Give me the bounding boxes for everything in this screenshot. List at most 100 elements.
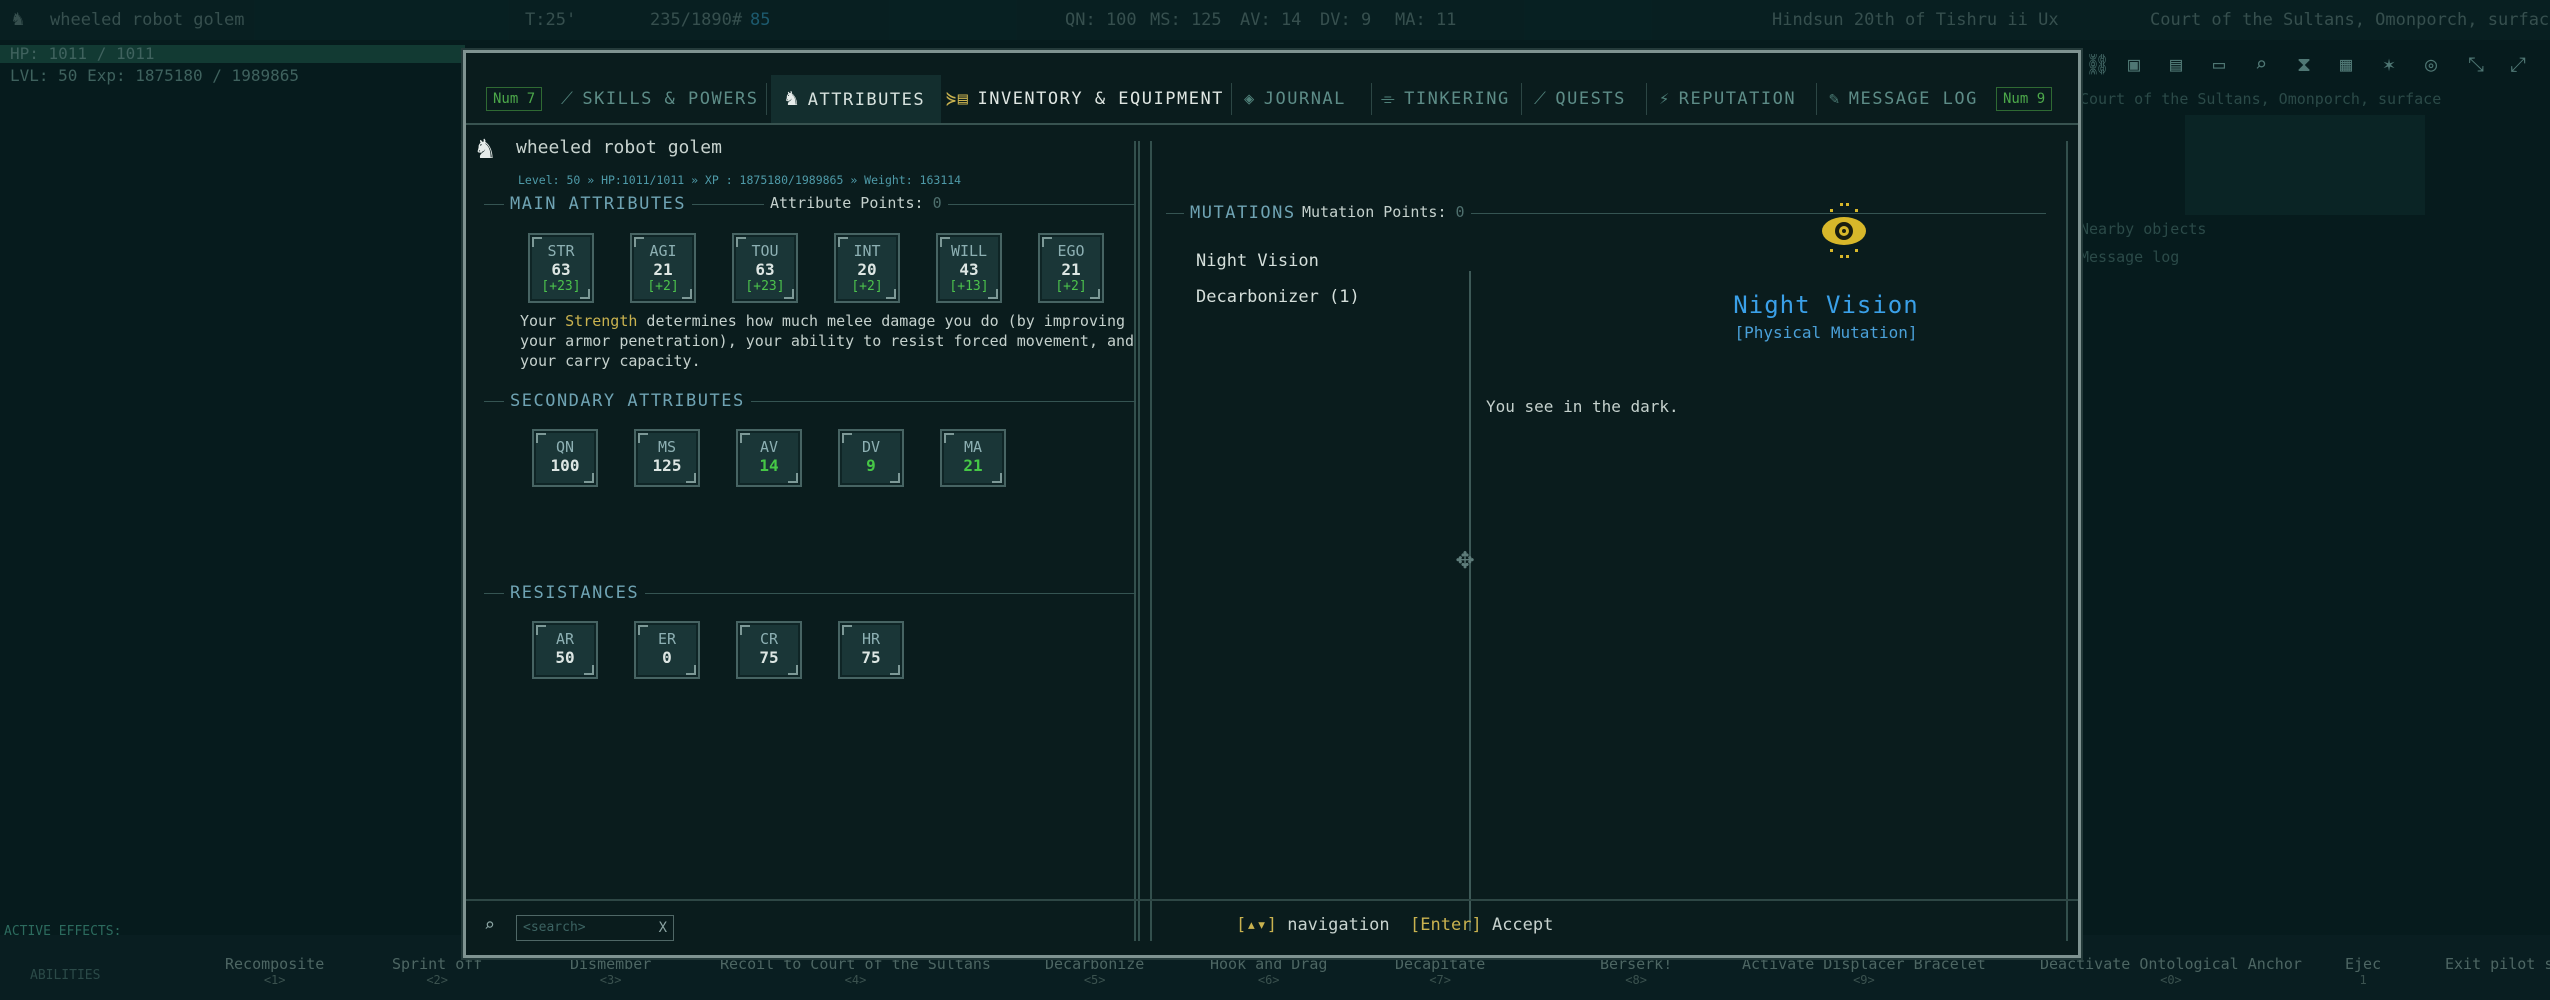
player-icon: ♞ xyxy=(12,6,25,30)
tab-inventory-equipment[interactable]: ⋟▤ Inventory & Equipment xyxy=(946,75,1224,123)
link-icon[interactable]: ⛓ xyxy=(2085,52,2110,76)
skills-icon: ⟋ xyxy=(561,89,575,109)
equipment-icon[interactable]: ▣ xyxy=(2128,52,2140,76)
search-icon: ⌕ xyxy=(484,915,495,936)
navigation-key-icon: [▴▾] xyxy=(1236,915,1277,935)
hud-av: AV: 14 xyxy=(1240,10,1302,30)
tab-reputation[interactable]: ⚡ Reputation xyxy=(1659,75,1796,123)
ability-slot[interactable]: Decarbonize <5> xyxy=(1045,955,1144,987)
expand-icon[interactable]: ⤢ xyxy=(2510,52,2526,76)
tab-tinkering[interactable]: ⌯ Tinkering xyxy=(1381,75,1510,123)
tab-separator xyxy=(1231,83,1232,115)
character-icon: ♞ xyxy=(785,86,800,111)
message-log-icon: ✎ xyxy=(1829,89,1841,109)
tab-journal[interactable]: ◈ Journal xyxy=(1244,75,1346,123)
tab-skills-powers[interactable]: ⟋ Skills & Powers xyxy=(561,75,758,123)
attribute-box-str[interactable]: STR 63 [+23] xyxy=(528,233,594,303)
mutation-points: Mutation Points: 0 xyxy=(1296,203,1471,221)
secondary-box-qn[interactable]: QN 100 xyxy=(532,429,598,487)
attributes-pane: ♞ wheeled robot golem Level: 50 » HP:101… xyxy=(474,131,1136,941)
compass-icon[interactable]: ◎ xyxy=(2425,52,2437,76)
ability-slot[interactable]: Hook and Drag <6> xyxy=(1210,955,1327,987)
main-attributes-title: MAIN ATTRIBUTES xyxy=(504,194,693,214)
resistance-box-cr[interactable]: CR 75 xyxy=(736,621,802,679)
hud-player-name: wheeled robot golem xyxy=(50,10,245,30)
ability-slot[interactable]: Exit pilot seat xyxy=(2445,955,2550,973)
journal-tab-icon: ◈ xyxy=(1244,89,1256,109)
map-icon[interactable]: ▤ xyxy=(2170,52,2182,76)
ornament-icon: ✥ xyxy=(1456,541,1475,576)
hud-weight: 235/1890# xyxy=(650,10,743,30)
message-log-label[interactable]: Message log xyxy=(2080,248,2179,266)
resistance-box-ar[interactable]: AR 50 xyxy=(532,621,598,679)
minimap[interactable] xyxy=(2185,115,2425,215)
attribute-box-agi[interactable]: AGI 21 [+2] xyxy=(630,233,696,303)
hud-ms: MS: 125 xyxy=(1150,10,1222,30)
character-name: wheeled robot golem xyxy=(516,137,722,158)
hud-dv: DV: 9 xyxy=(1320,10,1372,30)
star-icon[interactable]: ✶ xyxy=(2383,52,2395,76)
ability-slot[interactable]: Recomposite <1> xyxy=(225,955,324,987)
character-sheet-dialog: Num 7 ⟋ Skills & Powers ♞ Attributes ⋟▤ Inv… xyxy=(463,50,2081,958)
hourglass-icon[interactable]: ⧗ xyxy=(2297,52,2311,76)
ability-slot[interactable]: Deactivate Ontological Anchor <0> xyxy=(2040,955,2302,987)
pane-divider[interactable] xyxy=(1138,141,1152,941)
mutations-title: MUTATIONS xyxy=(1184,203,1302,223)
tab-quests[interactable]: ⟋ Quests xyxy=(1534,75,1626,123)
resistances-title: RESISTANCES xyxy=(504,583,646,603)
resistance-box-hr[interactable]: HR 75 xyxy=(838,621,904,679)
selected-mutation-name: Night Vision xyxy=(1733,291,1919,319)
prev-tab-key[interactable]: Num 7 xyxy=(486,87,543,111)
search-input[interactable]: <search> X xyxy=(516,915,674,941)
mutation-item[interactable]: Decarbonizer (1) xyxy=(1196,287,1360,307)
details-divider xyxy=(1469,271,1471,931)
selected-mutation-description: You see in the dark. xyxy=(1486,397,1679,416)
ability-slot[interactable]: Berserk! <8> xyxy=(1600,955,1672,987)
tab-separator xyxy=(1521,83,1522,115)
tab-message-log[interactable]: ✎ Message Log xyxy=(1829,75,1978,123)
hud-money: 85 xyxy=(750,10,771,30)
control-hint: [▴▾] navigation [Enter] Accept xyxy=(1236,915,1554,935)
ability-slot[interactable]: Activate Displacer Bracelet <9> xyxy=(1742,955,1986,987)
selected-mutation-type: [Physical Mutation] xyxy=(1734,323,1918,342)
quests-icon: ⟋ xyxy=(1534,89,1548,109)
ability-slot[interactable]: Recoil to Court of the Sultans <4> xyxy=(720,955,991,987)
search-icon[interactable]: ⌕ xyxy=(2255,52,2267,76)
attribute-box-will[interactable]: WILL 43 [+13] xyxy=(936,233,1002,303)
journal-icon[interactable]: ▦ xyxy=(2340,52,2352,76)
clear-search-button[interactable]: X xyxy=(659,916,667,940)
collapse-icon[interactable]: ⤡ xyxy=(2468,52,2484,76)
reputation-icon: ⚡ xyxy=(1659,89,1671,109)
attribute-box-int[interactable]: INT 20 [+2] xyxy=(834,233,900,303)
tab-separator xyxy=(1371,83,1372,115)
hud-date: Hindsun 20th of Tishru ii Ux xyxy=(1772,10,2059,30)
resistance-box-er[interactable]: ER 0 xyxy=(634,621,700,679)
abilities-label: ABILITIES xyxy=(30,968,101,983)
eye-icon xyxy=(1814,201,1874,261)
screen-icon[interactable]: ▭ xyxy=(2213,52,2225,76)
hud-level: LVL: 50 Exp: 1875180 / 1989865 xyxy=(10,66,299,85)
tab-separator xyxy=(1646,83,1647,115)
secondary-box-ma[interactable]: MA 21 xyxy=(940,429,1006,487)
attribute-box-ego[interactable]: EGO 21 [+2] xyxy=(1038,233,1104,303)
mutation-item[interactable]: Night Vision xyxy=(1196,251,1319,271)
secondary-box-ms[interactable]: MS 125 xyxy=(634,429,700,487)
ability-slot[interactable]: Sprint off <2> xyxy=(392,955,482,987)
secondary-box-dv[interactable]: DV 9 xyxy=(838,429,904,487)
attribute-box-tou[interactable]: TOU 63 [+23] xyxy=(732,233,798,303)
ability-slot[interactable]: Decapitate <7> xyxy=(1395,955,1485,987)
inventory-icon: ⋟▤ xyxy=(946,89,970,109)
nearby-objects-label[interactable]: Nearby objects xyxy=(2080,220,2206,238)
tab-bar: Num 7 ⟋ Skills & Powers ♞ Attributes ⋟▤ Inv… xyxy=(466,75,2078,125)
secondary-box-av[interactable]: AV 14 xyxy=(736,429,802,487)
top-status-bar: ♞ wheeled robot golem T:25' 235/1890# 85… xyxy=(0,0,2550,40)
secondary-attributes-title: SECONDARY ATTRIBUTES xyxy=(504,391,751,411)
accept-button[interactable]: Accept xyxy=(1492,915,1553,935)
ability-slot[interactable]: Ejec 1 xyxy=(2345,955,2381,987)
hud-location: Court of the Sultans, Omonporch, surface xyxy=(2150,10,2550,30)
next-tab-key[interactable]: Num 9 xyxy=(1996,87,2053,111)
hud-ma: MA: 11 xyxy=(1395,10,1457,30)
tinkering-icon: ⌯ xyxy=(1381,89,1397,109)
ability-slot[interactable]: Dismember <3> xyxy=(570,955,651,987)
tab-attributes[interactable]: ♞ Attributes xyxy=(771,75,942,123)
